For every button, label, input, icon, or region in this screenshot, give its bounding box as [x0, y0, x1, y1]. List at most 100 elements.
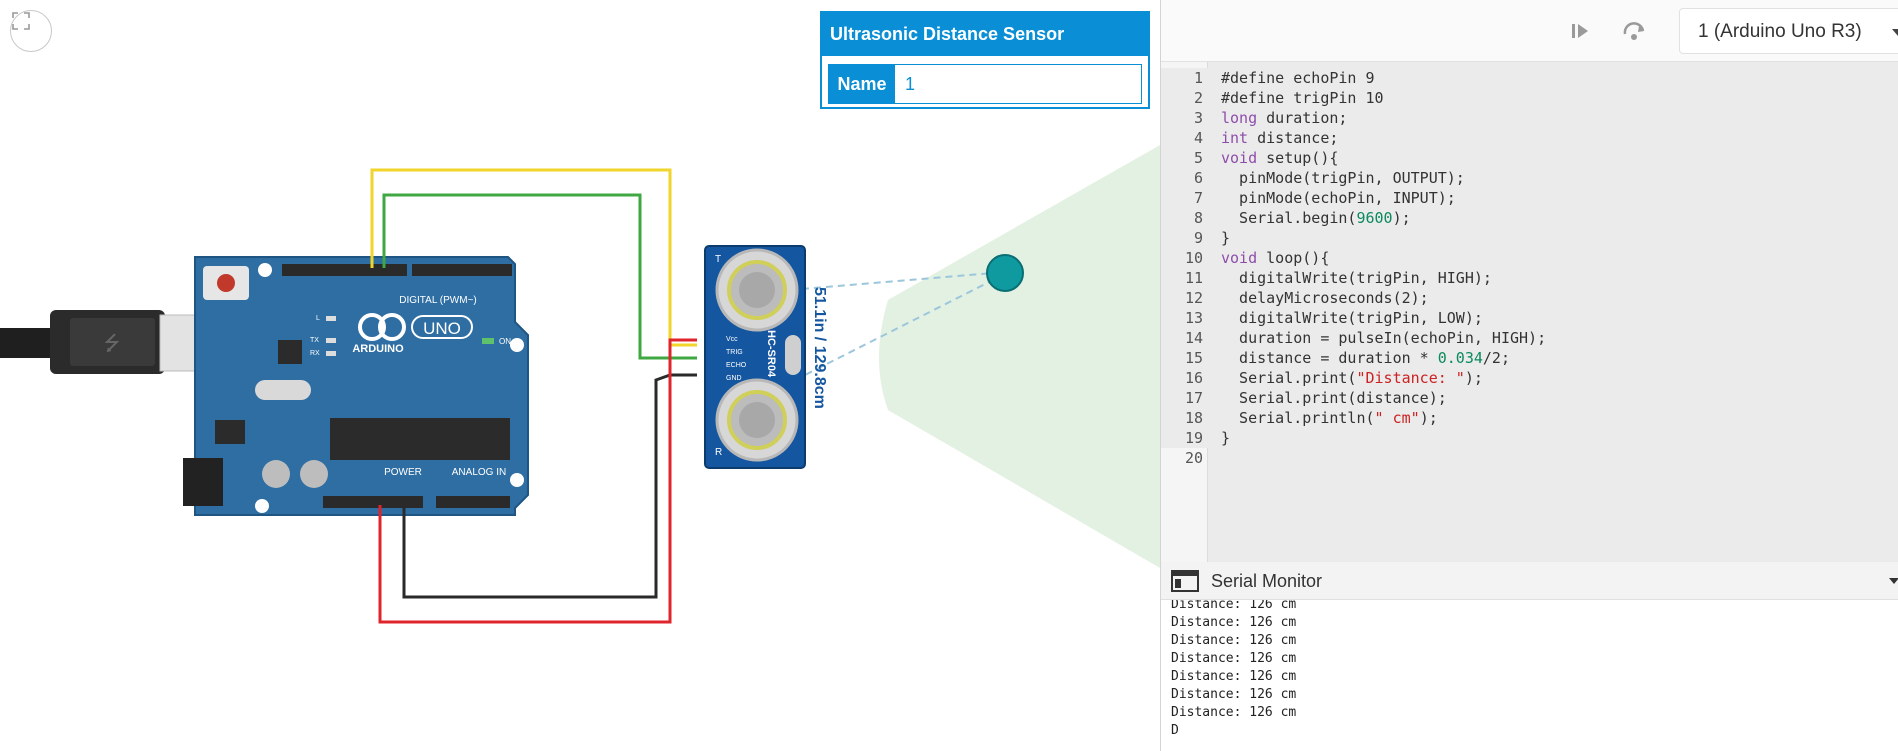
code-text: void setup(){: [1221, 149, 1339, 167]
code-text: long duration;: [1221, 109, 1348, 127]
properties-title: Ultrasonic Distance Sensor: [822, 13, 1148, 56]
tx-led-label: TX: [310, 337, 319, 344]
digital-label: DIGITAL (PWM~): [399, 295, 477, 306]
code-line[interactable]: 17 Serial.print(distance);: [1161, 388, 1898, 408]
code-line[interactable]: 4 int distance;: [1161, 128, 1898, 148]
code-line[interactable]: 9}: [1161, 228, 1898, 248]
serial-output-line: Distance: 126 cm: [1171, 669, 1297, 684]
code-text: void loop(){: [1221, 249, 1330, 267]
name-input[interactable]: [895, 65, 1141, 103]
serial-output-line: Distance: 126 cm: [1171, 705, 1297, 720]
sensor-pin-vcc: Vcc: [726, 336, 738, 343]
code-text: pinMode(echoPin, INPUT);: [1221, 189, 1456, 207]
code-line[interactable]: 14 duration = pulseIn(echoPin, HIGH);: [1161, 328, 1898, 348]
analog-label: ANALOG IN: [452, 467, 506, 478]
sensor-model-label: HC-SR04: [765, 330, 777, 378]
properties-panel: Ultrasonic Distance Sensor Name: [820, 11, 1150, 109]
code-line[interactable]: 18 Serial.println(" cm");: [1161, 408, 1898, 428]
line-number: 3: [1193, 109, 1203, 127]
line-number: 16: [1184, 369, 1203, 387]
target-object[interactable]: [986, 254, 1024, 292]
line-number: 8: [1193, 209, 1203, 227]
chevron-down-icon: [1892, 29, 1898, 36]
sensor-t-label: T: [715, 254, 721, 265]
code-line[interactable]: 10 void loop(){: [1161, 248, 1898, 268]
reset-button[interactable]: [217, 274, 235, 292]
code-text: Serial.print(distance);: [1221, 389, 1447, 407]
code-text: #define trigPin 10: [1221, 89, 1384, 107]
line-number: 6: [1193, 169, 1203, 187]
serial-monitor: Serial Monitor Distance: 126 cm Distance:…: [1161, 562, 1898, 751]
chevron-down-icon[interactable]: [1889, 578, 1898, 584]
code-line[interactable]: 1 #define echoPin 9: [1161, 68, 1898, 88]
line-number: 19: [1184, 429, 1203, 447]
line-number: 12: [1184, 289, 1203, 307]
code-text: }: [1221, 429, 1231, 447]
step-icon[interactable]: [1565, 16, 1595, 46]
code-text: }: [1221, 229, 1231, 247]
line-number: 9: [1193, 229, 1203, 247]
code-text: pinMode(trigPin, OUTPUT);: [1221, 169, 1465, 187]
code-line[interactable]: 12 delayMicroseconds(2);: [1161, 288, 1898, 308]
ultrasonic-sensor[interactable]: T R Vcc TRIG ECHO GND HC-SR04: [704, 245, 806, 469]
power-label: POWER: [384, 467, 422, 478]
arduino-board[interactable]: ARDUINO UNO DIGITAL (PWM~) POWER ANALOG …: [183, 256, 529, 516]
serial-output: Distance: 126 cm Distance: 126 cm Distance…: [1161, 600, 1898, 751]
line-number: 15: [1184, 349, 1203, 367]
code-line[interactable]: 7 pinMode(echoPin, INPUT);: [1161, 188, 1898, 208]
code-text: digitalWrite(trigPin, HIGH);: [1221, 269, 1492, 287]
name-label: Name: [829, 65, 895, 103]
line-number: 11: [1184, 269, 1203, 287]
fullscreen-icon: [12, 12, 30, 30]
line-number: 1: [1193, 69, 1203, 87]
line-number: 10: [1184, 249, 1203, 267]
code-editor[interactable]: 1 #define echoPin 9 2 #define trigPin 10 3 lo…: [1161, 62, 1898, 562]
serial-monitor-header[interactable]: Serial Monitor: [1161, 562, 1898, 600]
code-line[interactable]: 19}: [1161, 428, 1898, 448]
code-panel: 1 (Arduino Uno R3) 1 #define echoPin 9 2 #d…: [1160, 0, 1898, 751]
fullscreen-button[interactable]: [10, 10, 52, 52]
sensor-r-label: R: [715, 447, 722, 458]
arduino-model-text: UNO: [423, 319, 461, 338]
code-line[interactable]: 2 #define trigPin 10: [1161, 88, 1898, 108]
code-text: delayMicroseconds(2);: [1221, 289, 1429, 307]
circuit-drawing: ⭍ ARDUINO UNO DIGITAL (PWM~) POWER ANALO…: [0, 145, 1160, 624]
restart-icon[interactable]: [1619, 16, 1649, 46]
code-line[interactable]: 13 digitalWrite(trigPin, LOW);: [1161, 308, 1898, 328]
device-selector-label: 1 (Arduino Uno R3): [1698, 21, 1862, 42]
line-number: 5: [1193, 149, 1203, 167]
code-text: Serial.begin(9600);: [1221, 209, 1411, 227]
code-text: distance = duration * 0.034/2;: [1221, 349, 1510, 367]
l-led-label: L: [316, 315, 320, 322]
device-selector[interactable]: 1 (Arduino Uno R3): [1679, 8, 1898, 54]
code-text: int distance;: [1221, 129, 1339, 147]
code-line[interactable]: 8 Serial.begin(9600);: [1161, 208, 1898, 228]
serial-output-line: D: [1171, 723, 1179, 738]
name-field-row: Name: [828, 64, 1142, 104]
code-line[interactable]: 5 void setup(){: [1161, 148, 1898, 168]
circuit-canvas[interactable]: ⭍ ARDUINO UNO DIGITAL (PWM~) POWER ANALO…: [0, 0, 1160, 751]
code-line[interactable]: 6 pinMode(trigPin, OUTPUT);: [1161, 168, 1898, 188]
serial-output-line: Distance: 126 cm: [1171, 600, 1297, 612]
on-led-label: ON: [499, 337, 511, 346]
microcontroller-chip: [330, 418, 510, 460]
sensor-detection-cone: [879, 145, 1160, 568]
line-number: 20: [1184, 449, 1203, 467]
line-number: 13: [1184, 309, 1203, 327]
code-text: digitalWrite(trigPin, LOW);: [1221, 309, 1483, 327]
code-text: duration = pulseIn(echoPin, HIGH);: [1221, 329, 1547, 347]
code-line[interactable]: 3 long duration;: [1161, 108, 1898, 128]
code-line[interactable]: 20: [1161, 448, 1898, 468]
line-number: 4: [1193, 129, 1203, 147]
code-line[interactable]: 11 digitalWrite(trigPin, HIGH);: [1161, 268, 1898, 288]
rx-led-label: RX: [310, 350, 320, 357]
usb-icon: ⭍: [104, 331, 121, 355]
serial-output-line: Distance: 126 cm: [1171, 615, 1297, 630]
code-text: #define echoPin 9: [1221, 69, 1375, 87]
code-toolbar: 1 (Arduino Uno R3): [1161, 0, 1898, 62]
code-line[interactable]: 16 Serial.print("Distance: ");: [1161, 368, 1898, 388]
serial-output-line: Distance: 126 cm: [1171, 633, 1297, 648]
line-number: 7: [1193, 189, 1203, 207]
serial-monitor-icon: [1171, 570, 1199, 592]
code-line[interactable]: 15 distance = duration * 0.034/2;: [1161, 348, 1898, 368]
